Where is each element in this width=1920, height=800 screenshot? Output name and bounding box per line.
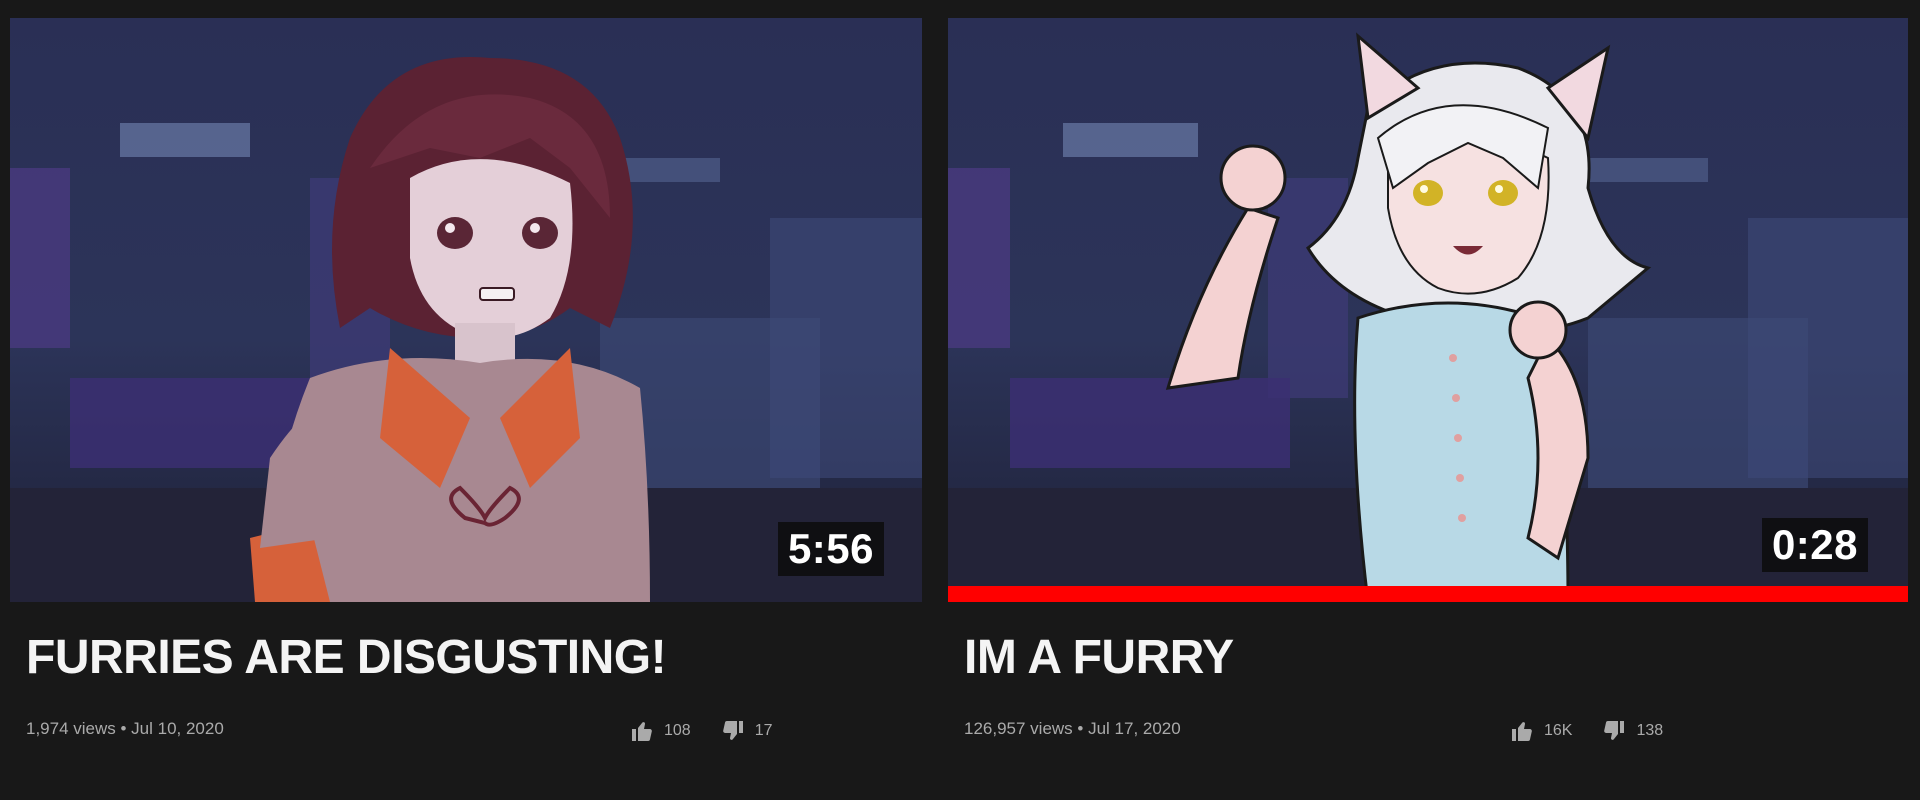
rating-bar-2: 16K 138 (1510, 719, 1663, 743)
like-count-2: 16K (1544, 721, 1573, 739)
video-grid: 5:56 FURRIES ARE DISGUSTING! 1,974 views… (0, 0, 1920, 800)
video-title-1[interactable]: FURRIES ARE DISGUSTING! (26, 631, 922, 685)
thumbs-up-icon (630, 719, 654, 743)
thumbs-up-icon (1510, 719, 1534, 743)
video-views-date-2: 126,957 views • Jul 17, 2020 (964, 718, 1181, 738)
like-count-1: 108 (664, 721, 691, 739)
video-thumbnail-1[interactable]: 5:56 (10, 18, 922, 602)
video-card-1[interactable]: 5:56 FURRIES ARE DISGUSTING! 1,974 views… (10, 18, 922, 749)
rating-bar-1: 108 17 (630, 719, 773, 743)
like-button-1[interactable]: 108 (630, 719, 691, 743)
dislike-count-2: 138 (1636, 721, 1664, 739)
video-thumbnail-2[interactable]: 0:28 (948, 18, 1908, 602)
like-button-2[interactable]: 16K (1510, 719, 1572, 743)
video-title-2[interactable]: IM A FURRY (964, 631, 1908, 685)
dislike-count-1: 17 (754, 721, 773, 739)
thumbnail-image-2 (948, 18, 1908, 602)
video-card-2[interactable]: 0:28 IM A FURRY 126,957 views • Jul 17, … (948, 18, 1908, 749)
dislike-button-1[interactable]: 17 (721, 719, 773, 743)
video-duration-2: 0:28 (1761, 518, 1868, 572)
thumbs-down-icon (1602, 719, 1626, 743)
watch-progress-bar-2 (948, 586, 1908, 602)
video-meta-row-1: 1,974 views • Jul 10, 2020 108 17 (26, 719, 922, 749)
video-views-date-1: 1,974 views • Jul 10, 2020 (26, 718, 224, 738)
thumbnail-image-1 (10, 18, 922, 602)
video-meta-row-2: 126,957 views • Jul 17, 2020 16K 138 (964, 719, 1908, 749)
dislike-button-2[interactable]: 138 (1602, 719, 1663, 743)
video-duration-1: 5:56 (777, 522, 884, 576)
thumbs-down-icon (721, 719, 745, 743)
